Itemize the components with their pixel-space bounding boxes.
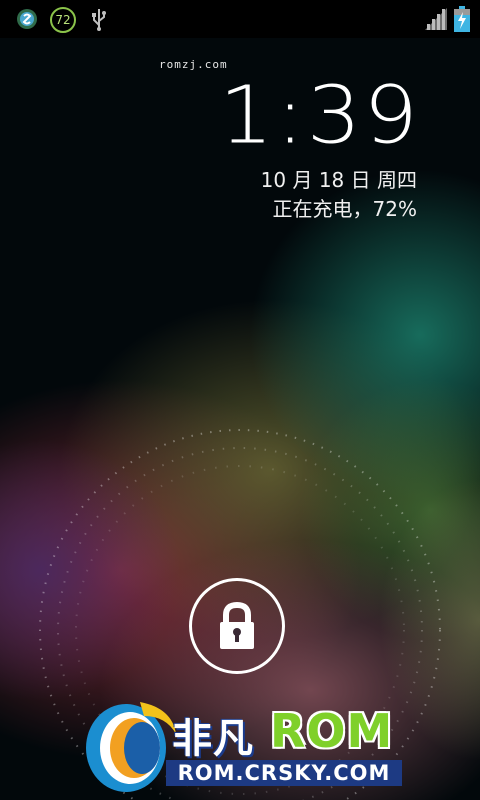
watermark-brand-cn: 非凡 <box>172 716 254 762</box>
charging-status: 正在充电，72% <box>272 197 417 221</box>
signal-strength-icon <box>422 0 448 38</box>
lockscreen-date: 10 月 18 日 周四 <box>260 168 417 192</box>
hiapk-app-icon <box>14 0 40 38</box>
watermark-brand-rom: ROM <box>270 704 394 758</box>
battery-percent-badge: 72 <box>50 7 76 33</box>
watermark-swirl-icon <box>86 702 176 792</box>
status-bar: 72 <box>0 0 480 38</box>
watermark-logo: 非凡 ROM ROM.CRSKY.COM <box>80 694 410 796</box>
usb-icon <box>88 0 110 38</box>
battery-charging-icon <box>451 0 473 38</box>
lock-icon <box>220 601 254 649</box>
watermark-url: ROM.CRSKY.COM <box>166 760 402 786</box>
unlock-handle[interactable] <box>189 578 285 674</box>
lockscreen-clock: 1:39 <box>218 70 420 162</box>
